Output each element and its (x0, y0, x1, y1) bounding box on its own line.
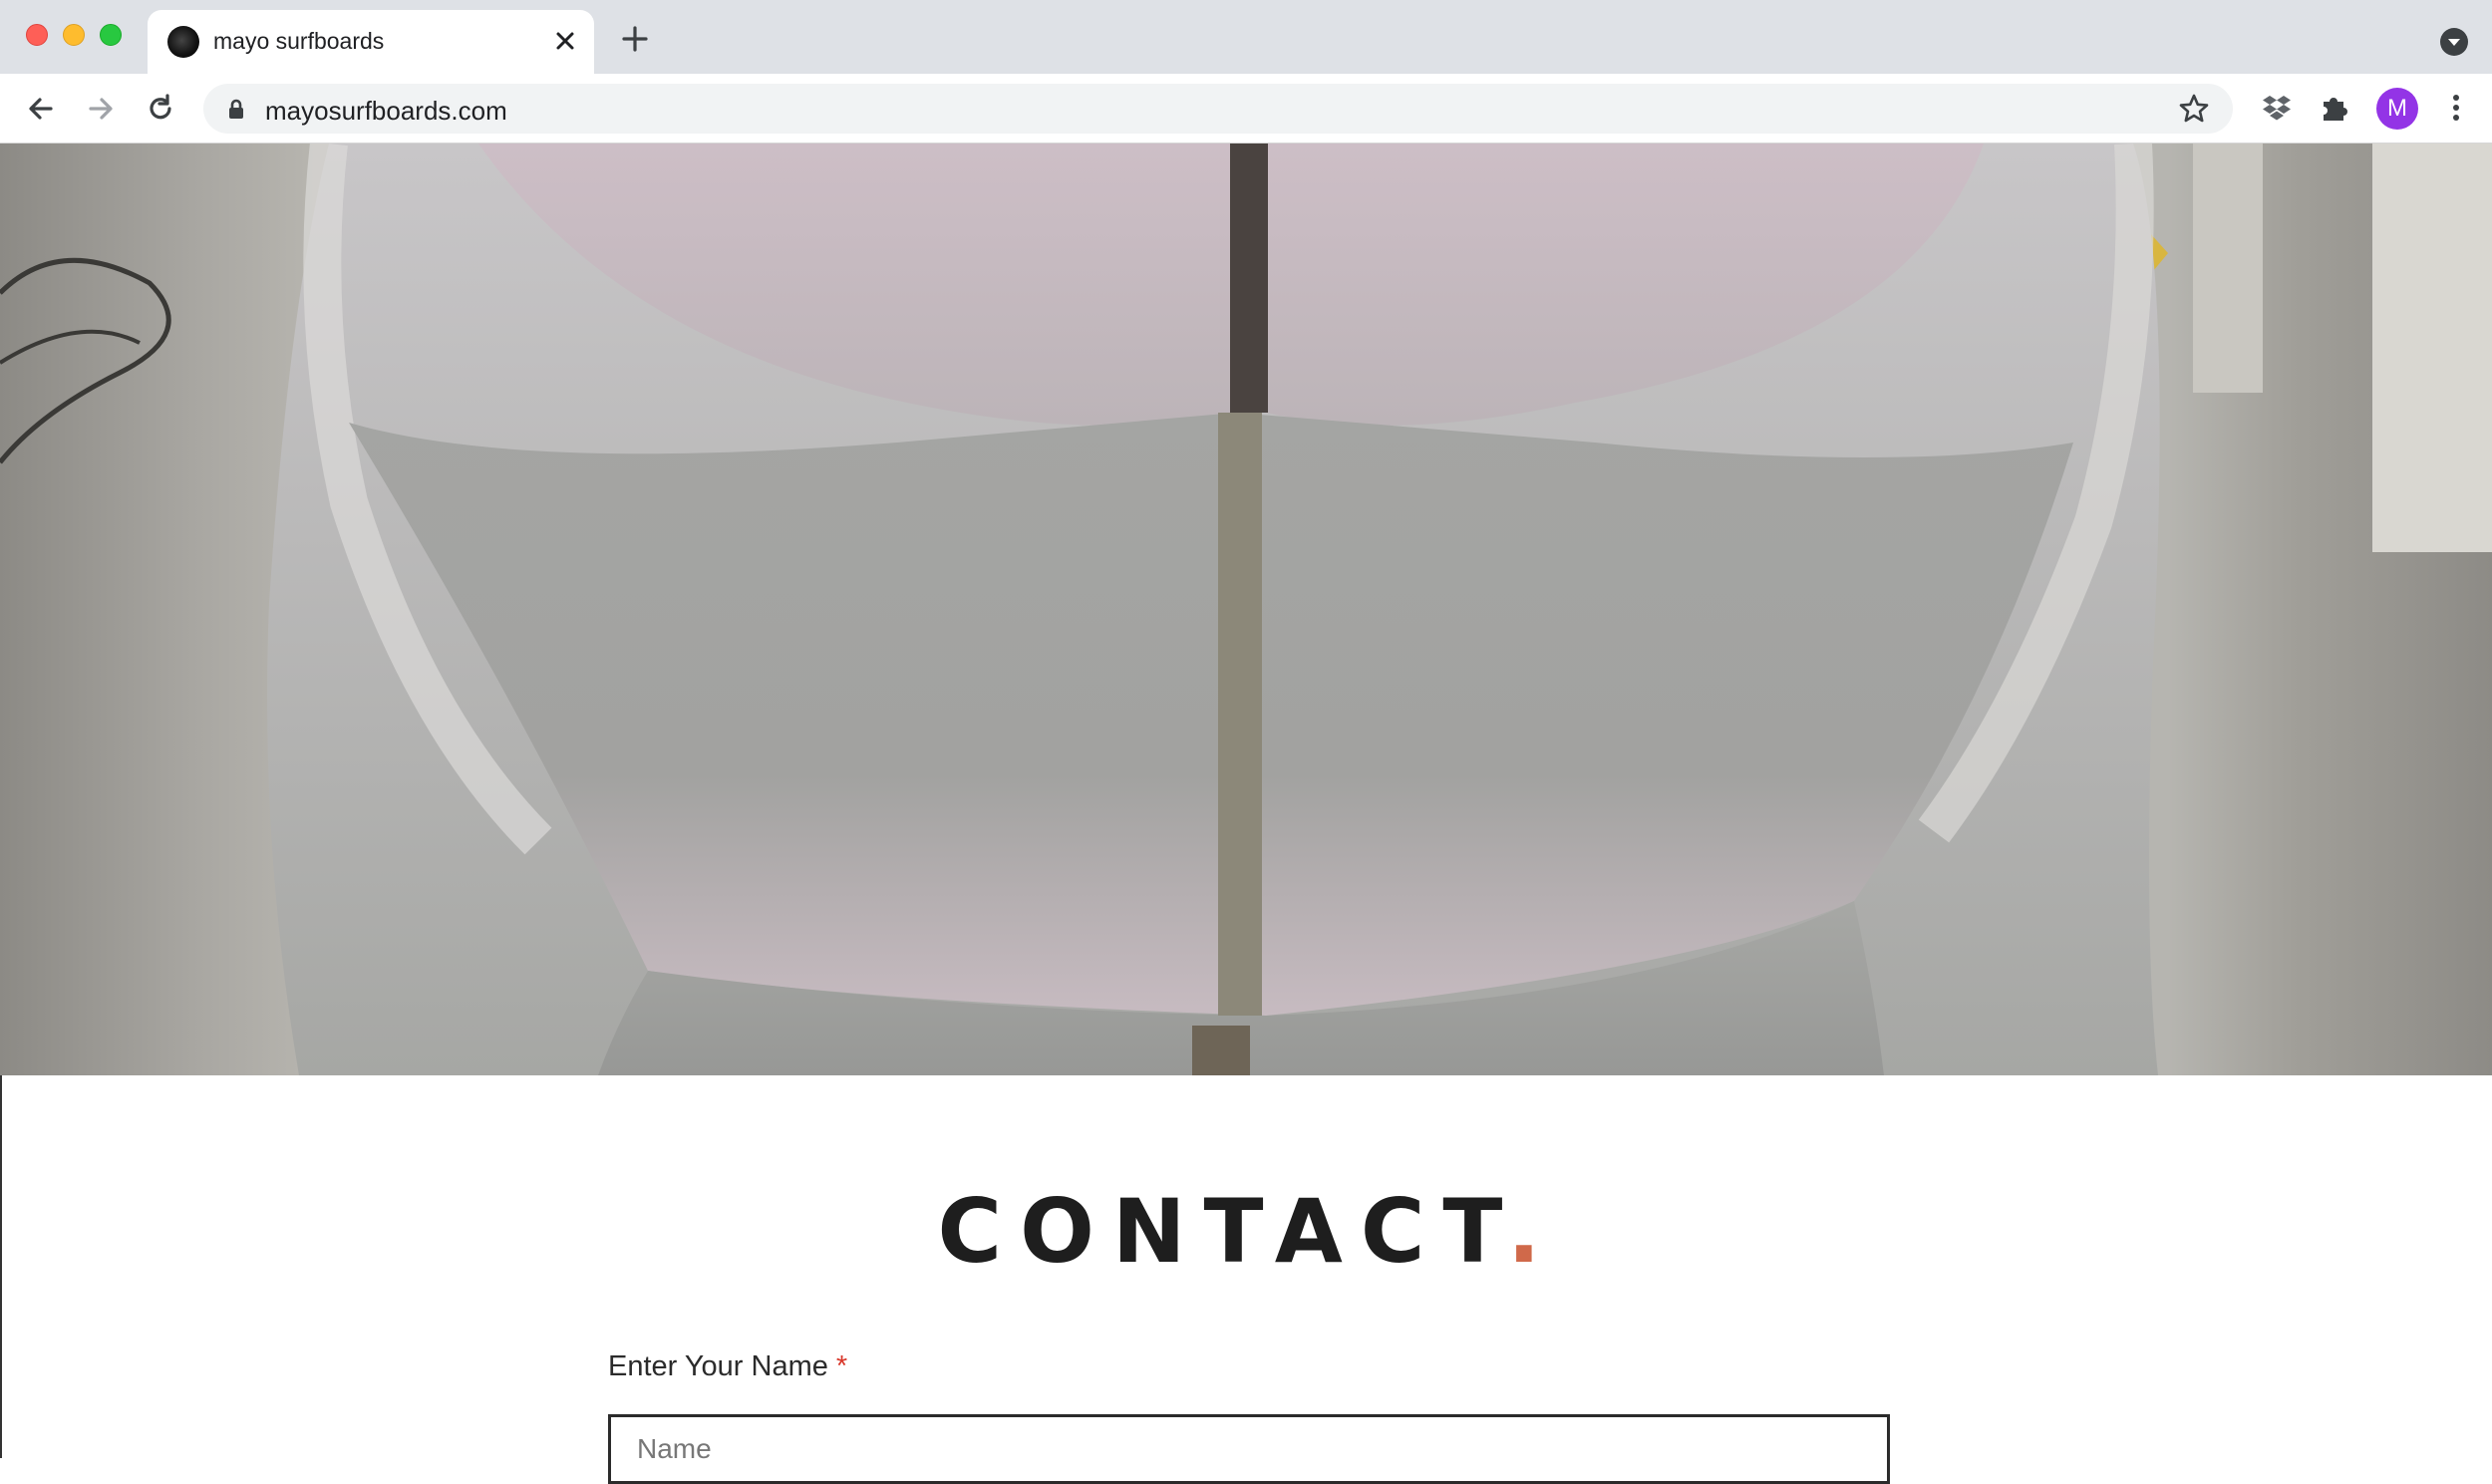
reload-icon[interactable] (144, 92, 177, 126)
contact-heading-dot: . (1507, 1180, 1559, 1283)
mayo-logo-icon (167, 26, 199, 58)
tab-bar: mayo surfboards (0, 0, 2492, 74)
tab-search-icon[interactable] (2440, 28, 2468, 56)
lock-icon[interactable] (225, 98, 247, 120)
surfboard-tail-photo (0, 144, 2492, 1075)
window-maximize-button[interactable] (100, 24, 122, 46)
address-bar[interactable]: mayosurfboards.com (203, 84, 2233, 134)
contact-heading-text: CONTACT (937, 1180, 1508, 1283)
dropbox-icon[interactable] (2259, 90, 2295, 126)
hero-surfboard-image (0, 144, 2492, 1075)
browser-toolbar: mayosurfboards.com M (0, 74, 2492, 144)
browser-tab[interactable]: mayo surfboards (148, 10, 594, 74)
name-label-text: Enter Your Name (608, 1350, 828, 1382)
window-close-button[interactable] (26, 24, 48, 46)
bookmark-star-icon[interactable] (2177, 92, 2211, 126)
contact-section: CONTACT. Enter Your Name * (0, 1075, 2492, 1484)
profile-avatar[interactable]: M (2376, 88, 2418, 130)
contact-heading: CONTACT. (2, 1180, 2492, 1283)
name-input[interactable] (608, 1414, 1890, 1484)
close-icon[interactable] (550, 26, 580, 56)
kebab-menu-icon[interactable] (2438, 90, 2474, 126)
plus-icon[interactable] (620, 24, 650, 54)
window-minimize-button[interactable] (63, 24, 85, 46)
forward-arrow-icon[interactable] (84, 92, 118, 126)
name-field-label: Enter Your Name * (608, 1350, 847, 1383)
tab-title: mayo surfboards (213, 28, 385, 54)
back-arrow-icon[interactable] (24, 92, 58, 126)
url-text[interactable]: mayosurfboards.com (265, 96, 507, 127)
extensions-puzzle-icon[interactable] (2317, 90, 2352, 126)
required-marker: * (835, 1350, 848, 1382)
